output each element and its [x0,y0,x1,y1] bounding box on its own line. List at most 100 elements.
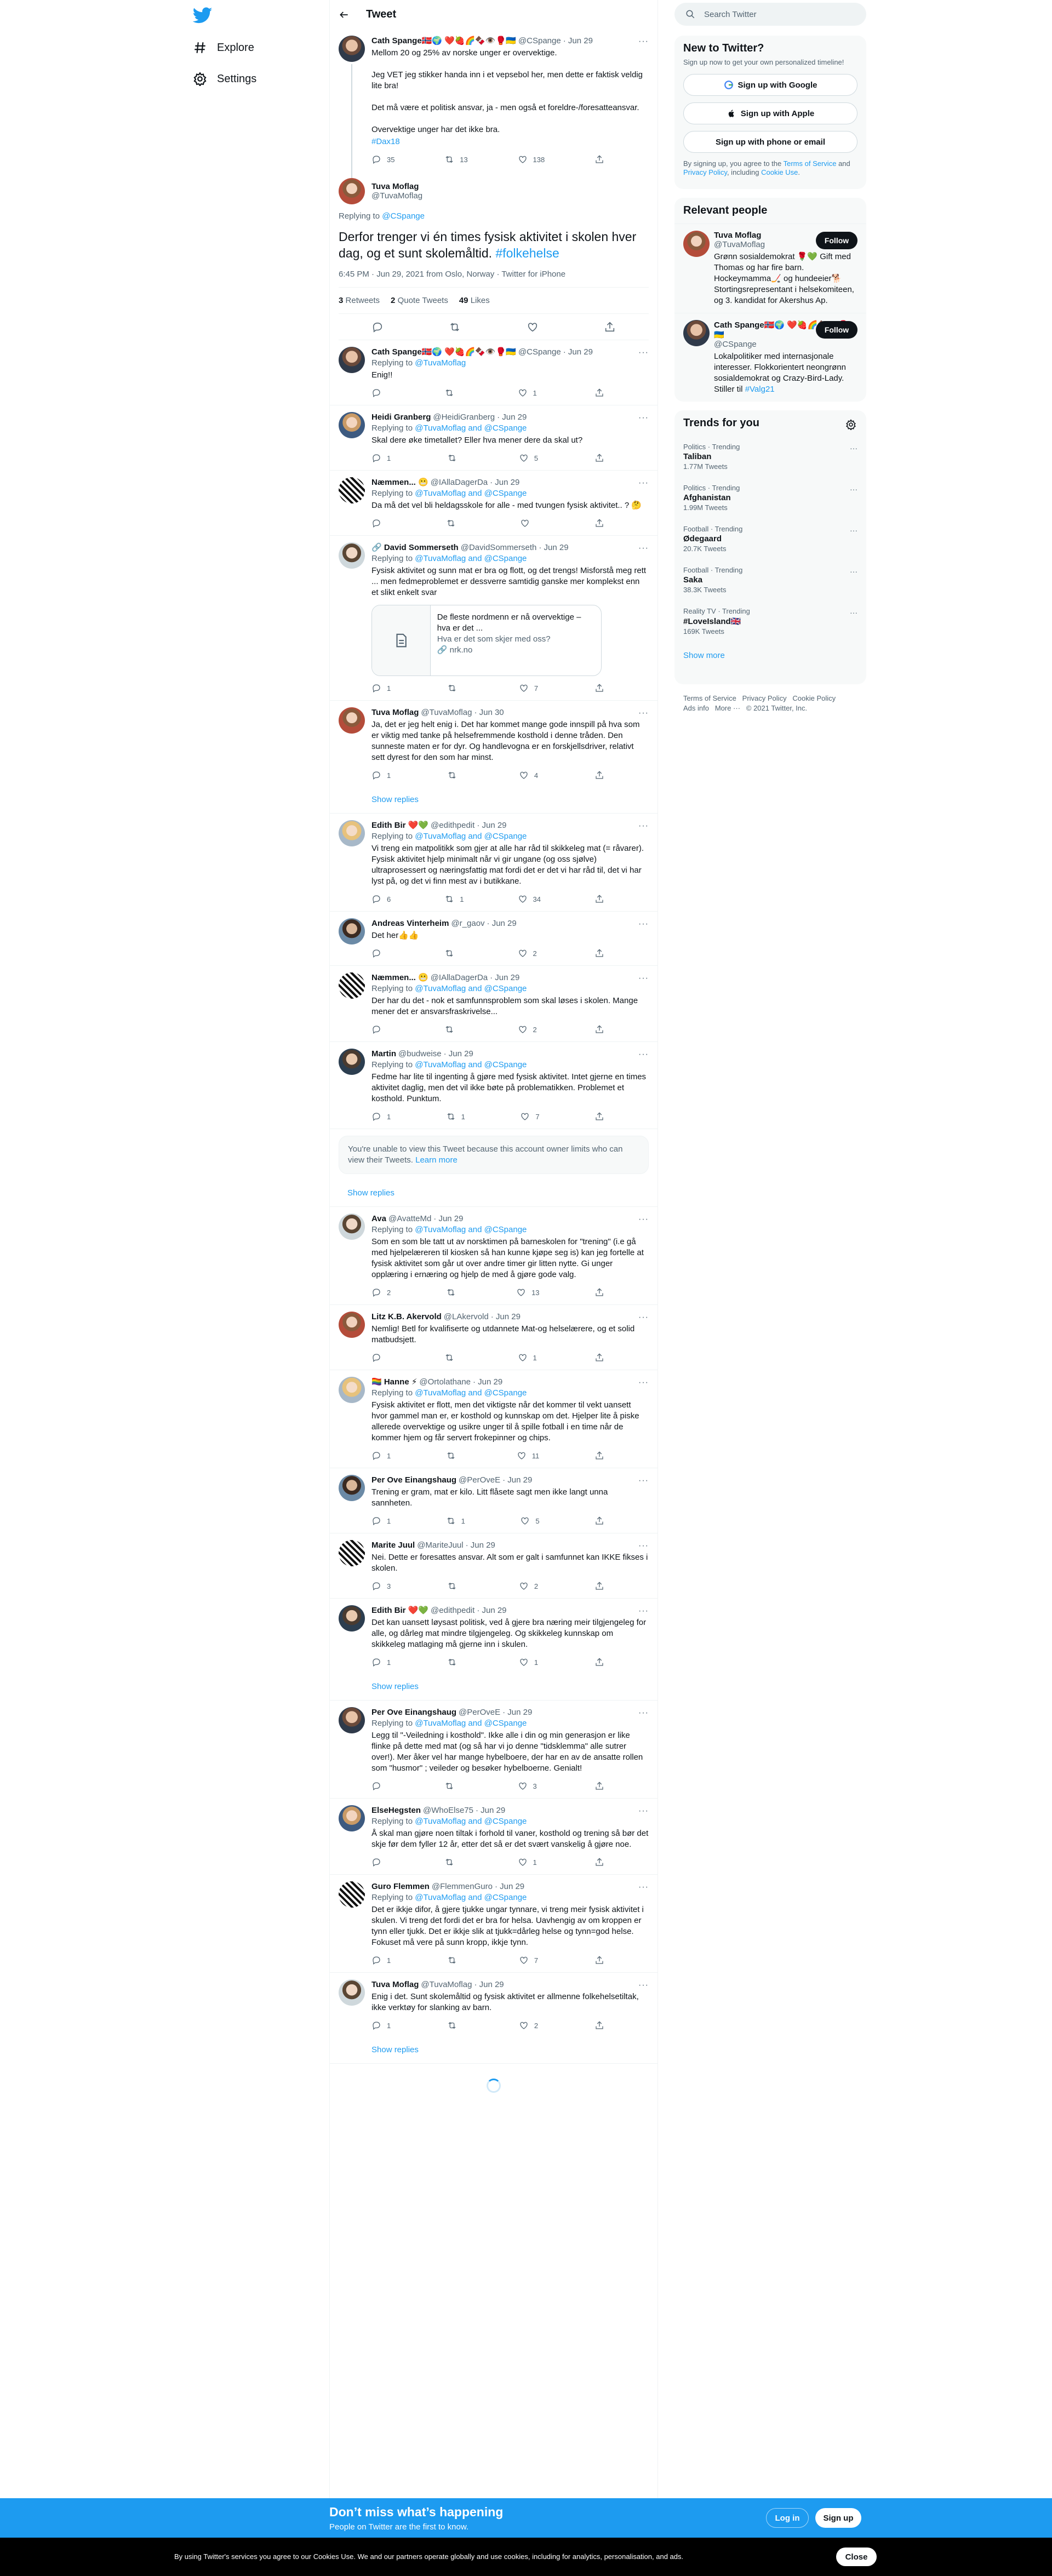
reply-button[interactable]: 1 [371,1450,391,1461]
phone-email-signup-button[interactable]: Sign up with phone or email [683,131,857,153]
replying-to-link[interactable]: @TuvaMoflag and @CSpange [415,1817,527,1826]
like-button[interactable]: 7 [519,1955,538,1966]
share-button[interactable] [594,1581,604,1592]
show-replies-link[interactable]: Show replies [330,787,658,814]
parent-tweet[interactable]: Cath Spange🇳🇴🌍 ❤️🍓🌈🍫👁️🥊🇺🇦 @CSpange · Jun… [330,29,658,178]
share-button[interactable] [594,1781,604,1791]
display-name[interactable]: Edith Bir ❤️💚 [371,1605,428,1616]
reply-tweet[interactable]: Tuva Moflag @TuvaMoflag · Jun 29 ··· Enig i … [330,1973,658,2037]
reply-tweet[interactable]: Ava @AvatteMd · Jun 29 ··· Replying to @Tuva… [330,1207,658,1305]
retweet-button[interactable] [447,1657,462,1668]
like-button[interactable]: 1 [518,387,537,398]
more-icon[interactable]: ··· [638,543,649,553]
share-button[interactable] [594,518,604,529]
share-icon[interactable] [604,321,616,333]
share-button[interactable] [594,1955,604,1966]
reply-tweet[interactable]: Marite Juul @MariteJuul · Jun 29 ··· Nei. De… [330,1533,658,1599]
gear-icon[interactable] [845,419,856,430]
more-icon[interactable]: ··· [638,1980,649,1990]
reply-button[interactable]: 3 [371,1581,391,1592]
hashtag-link[interactable]: #Dax18 [371,136,649,147]
replying-to-link[interactable]: @TuvaMoflag and @CSpange [415,1388,527,1398]
search-input[interactable]: Search Twitter [704,10,757,19]
retweet-button[interactable] [447,2020,462,2031]
reply-tweet[interactable]: ElseHegsten @WhoElse75 · Jun 29 ··· Replying… [330,1799,658,1875]
retweet-button[interactable] [447,683,462,694]
share-button[interactable] [594,154,604,165]
share-button[interactable] [594,2020,604,2031]
search-bar[interactable]: Search Twitter [674,3,866,26]
retweet-button[interactable] [447,453,462,463]
like-button[interactable]: 13 [516,1287,540,1298]
reply-button[interactable]: 2 [371,1287,391,1298]
retweet-button[interactable] [447,770,462,781]
user-handle[interactable]: @DavidSommerseth [461,542,537,553]
avatar[interactable] [339,1881,365,1908]
replying-to-link[interactable]: @TuvaMoflag and @CSpange [415,1893,527,1902]
reply-button[interactable] [371,518,387,529]
retweet-button[interactable] [444,1781,460,1791]
timestamp[interactable]: · Jun 29 [490,477,519,488]
reply-button[interactable] [371,948,387,959]
replying-to-link[interactable]: @TuvaMoflag and @CSpange [415,1060,527,1069]
reply-tweet[interactable]: Per Ove Einangshaug @PerOveE · Jun 29 ··· Re… [330,1701,658,1799]
reply-tweet[interactable]: Edith Bir ❤️💚 @edithpedit · Jun 29 ··· Reply… [330,814,658,912]
user-handle[interactable]: @AvatteMd [388,1213,431,1224]
timestamp[interactable]: · Jun 29 [444,1049,473,1060]
more-icon[interactable]: ··· [638,348,649,358]
like-button[interactable]: 138 [518,154,545,165]
display-name[interactable]: 🔗 David Sommerseth [371,542,459,553]
user-handle[interactable]: @IAllaDagerDa [431,477,488,488]
more-icon[interactable]: ··· [638,478,649,488]
reply-tweet[interactable]: Per Ove Einangshaug @PerOveE · Jun 29 ··· Tr… [330,1468,658,1533]
display-name[interactable]: ElseHegsten [371,1805,421,1816]
timestamp[interactable]: · Jun 29 [490,972,519,983]
share-button[interactable] [594,1024,604,1035]
user-handle[interactable]: @r_gaov [451,918,484,929]
user-handle[interactable]: @IAllaDagerDa [431,972,488,983]
timestamp[interactable]: · Jun 29 [474,1979,504,1990]
display-name[interactable]: Heidi Granberg [371,412,431,423]
show-more-link[interactable]: Show more [674,642,866,669]
more-icon[interactable]: ··· [638,1606,649,1616]
more-icon[interactable]: ··· [638,708,649,718]
avatar[interactable] [339,707,365,734]
reply-tweet[interactable]: Andreas Vinterheim @r_gaov · Jun 29 ··· Det … [330,912,658,966]
like-button[interactable]: 2 [518,1024,537,1035]
reply-button[interactable]: 6 [371,894,391,905]
reply-button[interactable] [371,1352,387,1363]
like-button[interactable]: 1 [518,1352,537,1363]
back-arrow-icon[interactable] [339,9,350,20]
avatar[interactable] [339,918,365,944]
retweet-button[interactable]: 1 [446,1515,465,1526]
display-name[interactable]: Andreas Vinterheim [371,918,449,929]
avatar[interactable] [339,820,365,846]
reply-icon[interactable] [371,321,384,333]
timestamp[interactable]: · Jun 29 [539,542,568,553]
more-icon[interactable]: ··· [850,485,857,494]
show-replies-link[interactable]: Show replies [330,2037,658,2064]
reply-tweet[interactable]: 🏳️‍🌈 Hanne ⚡ @Ortolathane · Jun 29 ··· Reply… [330,1370,658,1468]
replying-to-link[interactable]: @TuvaMoflag and @CSpange [415,984,527,993]
display-name[interactable]: Ava [371,1213,386,1224]
share-button[interactable] [594,1287,604,1298]
reply-button[interactable] [371,1024,387,1035]
retweet-button[interactable] [446,1287,461,1298]
like-button[interactable]: 2 [519,1581,538,1592]
user-handle[interactable]: @TuvaMoflag [421,707,472,718]
avatar[interactable] [339,972,365,999]
timestamp[interactable]: · Jun 29 [477,1605,506,1616]
display-name[interactable]: Litz K.B. Akervold [371,1312,442,1323]
nav-settings[interactable]: Settings [193,68,256,90]
avatar[interactable] [339,1805,365,1831]
reply-button[interactable]: 1 [371,2020,391,2031]
reply-button[interactable]: 1 [371,1657,391,1668]
reply-button[interactable]: 1 [371,1955,391,1966]
quotes-stat[interactable]: 2 Quote Tweets [391,296,448,305]
retweet-button[interactable] [444,1024,460,1035]
share-button[interactable] [594,1450,604,1461]
user-handle[interactable]: @PerOveE [459,1707,500,1718]
timestamp[interactable]: · Jun 29 [487,918,517,929]
terms-link[interactable]: Terms of Service [784,159,837,168]
more-icon[interactable]: ··· [638,1541,649,1551]
